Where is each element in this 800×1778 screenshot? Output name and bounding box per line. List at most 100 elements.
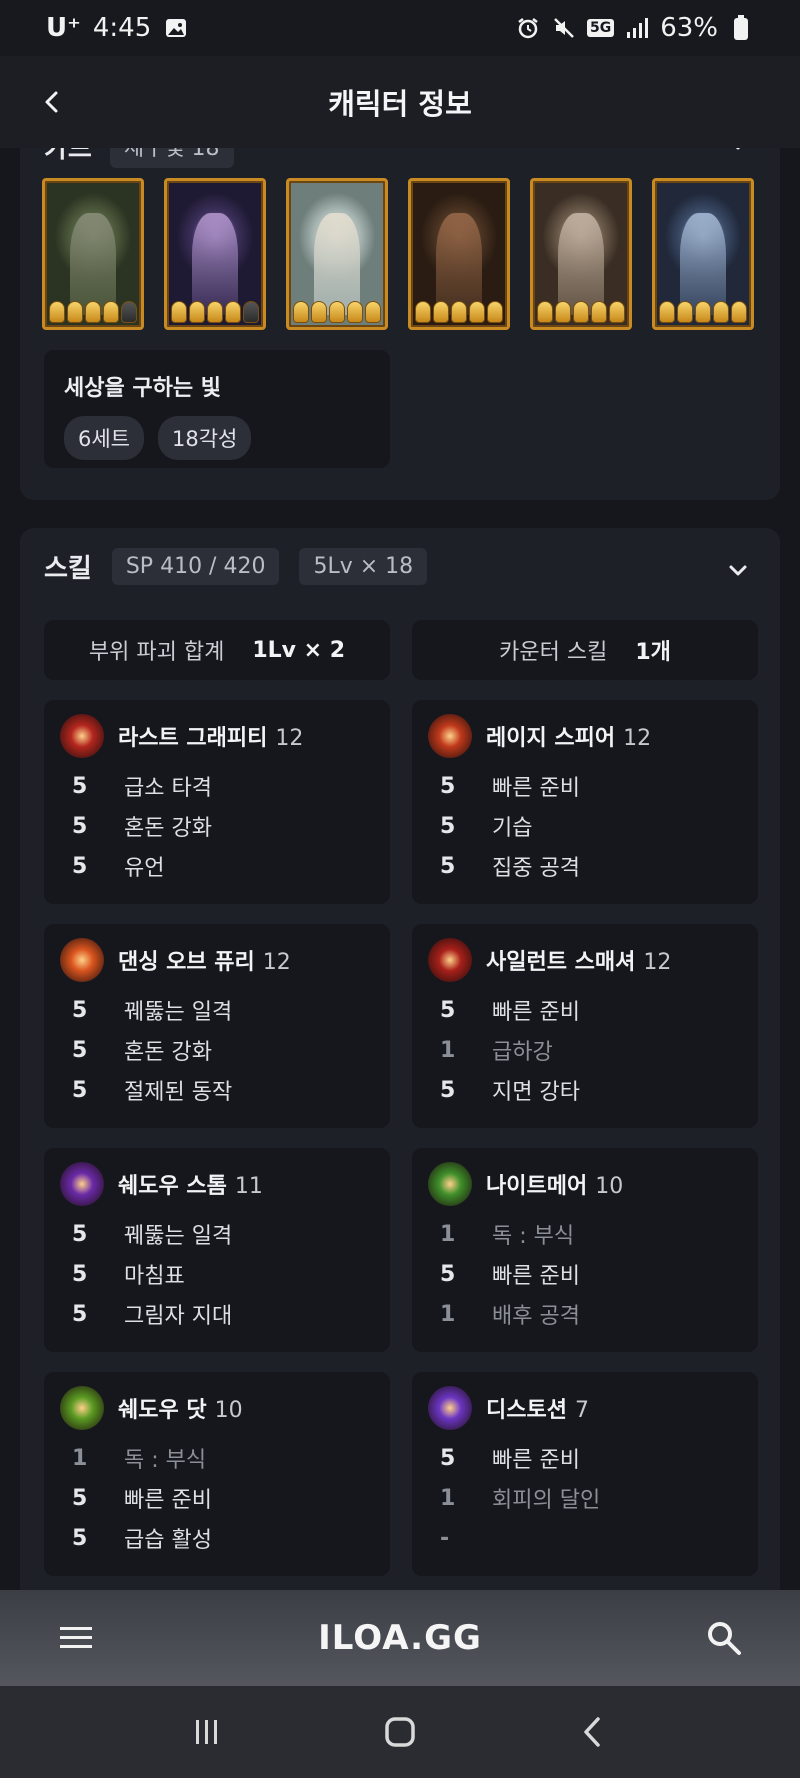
awakening-gem-icon	[207, 301, 223, 323]
card-portrait[interactable]	[652, 178, 754, 330]
tripod-row: 5 꿰뚫는 일격	[60, 990, 374, 1030]
tripod-name: 마침표	[124, 1264, 185, 1289]
tripod-name: 독 : 부식	[124, 1448, 207, 1473]
tripod-name: 빠른 준비	[492, 1000, 580, 1025]
card-portrait[interactable]	[42, 178, 144, 330]
tripod-row: 5 절제된 동작	[60, 1070, 374, 1110]
menu-icon[interactable]	[58, 1620, 94, 1656]
tripod-name: 집중 공격	[492, 856, 580, 881]
summary-value: 1개	[635, 640, 671, 665]
tripod-row: 5 기습	[428, 806, 742, 846]
chevron-down-icon[interactable]	[726, 148, 750, 156]
tripod-level: 1	[72, 1445, 88, 1471]
search-icon[interactable]	[704, 1618, 744, 1658]
tripod-name: 빠른 준비	[492, 776, 580, 801]
tripod-level: 5	[72, 1077, 88, 1103]
tripod-level: 5	[440, 997, 456, 1023]
card-awakening-gems	[167, 301, 263, 323]
awakening-gem-icon	[189, 301, 205, 323]
tripod-level: 5	[440, 1077, 456, 1103]
page-title: 캐릭터 정보	[328, 87, 472, 121]
skill-card[interactable]: 나이트메어 10 1 독 : 부식 5 빠른 준비 1 배후 공격	[412, 1148, 758, 1352]
card-set-box: 세상을 구하는 빛 6세트 18각성	[44, 350, 390, 468]
skill-level: 7	[574, 1398, 589, 1423]
card-portrait[interactable]	[530, 178, 632, 330]
tripod-row: 5 급습 활성	[60, 1518, 374, 1558]
skill-card[interactable]: 댄싱 오브 퓨리 12 5 꿰뚫는 일격 5 혼돈 강화 5 절제된 동작	[44, 924, 390, 1128]
awakening-gem-icon	[225, 301, 241, 323]
skill-card[interactable]: 라스트 그래피티 12 5 급소 타격 5 혼돈 강화 5 유언	[44, 700, 390, 904]
tripod-name: 절제된 동작	[124, 1080, 233, 1105]
tripod-name: 빠른 준비	[124, 1488, 212, 1513]
skill-name: 디스토션	[486, 1398, 567, 1423]
tripod-row: 5 혼돈 강화	[60, 1030, 374, 1070]
skill-card[interactable]: 사일런트 스매셔 12 5 빠른 준비 1 급하강 5 지면 강타	[412, 924, 758, 1128]
skill-name: 레이지 스피어	[486, 726, 616, 751]
awakening-gem-icon	[555, 301, 571, 323]
tripod-level: 5	[72, 813, 88, 839]
skill-card[interactable]: 레이지 스피어 12 5 빠른 준비 5 기습 5 집중 공격	[412, 700, 758, 904]
tripod-level: 1	[440, 1037, 456, 1063]
content-scroll-area[interactable]: 카드 세구빛 18 세상을 구하는 빛 6세트 18각성 스킬 SP 410 /…	[0, 148, 800, 1590]
skill-name: 댄싱 오브 퓨리	[118, 950, 255, 975]
tripod-level: 5	[440, 813, 456, 839]
skill-level-summary-pill: 5Lv × 18	[299, 548, 428, 585]
tripod-level: -	[440, 1525, 450, 1551]
back-nav-button[interactable]	[569, 1708, 617, 1756]
skill-card[interactable]: 쉐도우 닷 10 1 독 : 부식 5 빠른 준비 5 급습 활성	[44, 1372, 390, 1576]
awakening-gem-icon	[329, 301, 345, 323]
skill-level: 10	[595, 1174, 624, 1199]
mute-icon	[551, 15, 577, 41]
site-logo[interactable]: ILOA.GG	[318, 1618, 482, 1658]
awakening-gem-icon	[365, 301, 381, 323]
skill-icon	[60, 714, 104, 758]
tripod-name: 빠른 준비	[492, 1448, 580, 1473]
tripod-level: 5	[72, 853, 88, 879]
tripod-row: 1 급하강	[428, 1030, 742, 1070]
skill-card[interactable]: 디스토션 7 5 빠른 준비 1 회피의 달인 -	[412, 1372, 758, 1576]
tripod-level: 1	[440, 1301, 456, 1327]
card-portrait[interactable]	[408, 178, 510, 330]
tripod-name: 유언	[124, 856, 165, 881]
card-set-tag: 18각성	[158, 416, 252, 460]
chevron-down-icon[interactable]	[726, 558, 750, 582]
skill-name: 사일런트 스매셔	[486, 950, 636, 975]
card-awakening-gems	[533, 301, 629, 323]
awakening-gem-icon	[311, 301, 327, 323]
recent-apps-icon	[195, 1720, 217, 1744]
tripod-name: 회피의 달인	[492, 1488, 601, 1513]
summary-value: 1Lv × 2	[252, 637, 346, 663]
tripod-name: 독 : 부식	[492, 1224, 575, 1249]
tripod-level: 5	[72, 1037, 88, 1063]
skill-level: 10	[214, 1398, 243, 1423]
tripod-level: 5	[440, 1261, 456, 1287]
tripod-name: 그림자 지대	[124, 1304, 233, 1329]
awakening-gem-icon	[451, 301, 467, 323]
home-button[interactable]	[376, 1708, 424, 1756]
tripod-row: 5 빠른 준비	[428, 1254, 742, 1294]
back-icon	[584, 1717, 601, 1747]
network-label: 5G	[586, 19, 615, 37]
tripod-row: 5 마침표	[60, 1254, 374, 1294]
skill-level: 12	[262, 950, 291, 975]
card-figure	[557, 213, 605, 316]
awakening-gem-icon	[347, 301, 363, 323]
skill-icon	[428, 714, 472, 758]
card-section-title: 카드	[44, 148, 92, 164]
tripod-level: 5	[440, 773, 456, 799]
back-button[interactable]	[30, 80, 74, 124]
tripod-row: 5 빠른 준비	[60, 1478, 374, 1518]
skill-card[interactable]: 쉐도우 스톰 11 5 꿰뚫는 일격 5 마침표 5 그림자 지대	[44, 1148, 390, 1352]
card-portrait[interactable]	[286, 178, 388, 330]
skill-section-title: 스킬	[44, 554, 92, 584]
tripod-name: 빠른 준비	[492, 1264, 580, 1289]
tripod-level: 1	[440, 1221, 456, 1247]
tripod-row: 5 유언	[60, 846, 374, 886]
counter-skill-summary: 카운터 스킬 1개	[412, 620, 758, 680]
tripod-row: 1 배후 공격	[428, 1294, 742, 1334]
skill-name: 라스트 그래피티	[118, 726, 268, 751]
tripod-name: 급하강	[492, 1040, 553, 1065]
awakening-gem-icon	[537, 301, 553, 323]
recent-apps-button[interactable]	[183, 1708, 231, 1756]
card-portrait[interactable]	[164, 178, 266, 330]
